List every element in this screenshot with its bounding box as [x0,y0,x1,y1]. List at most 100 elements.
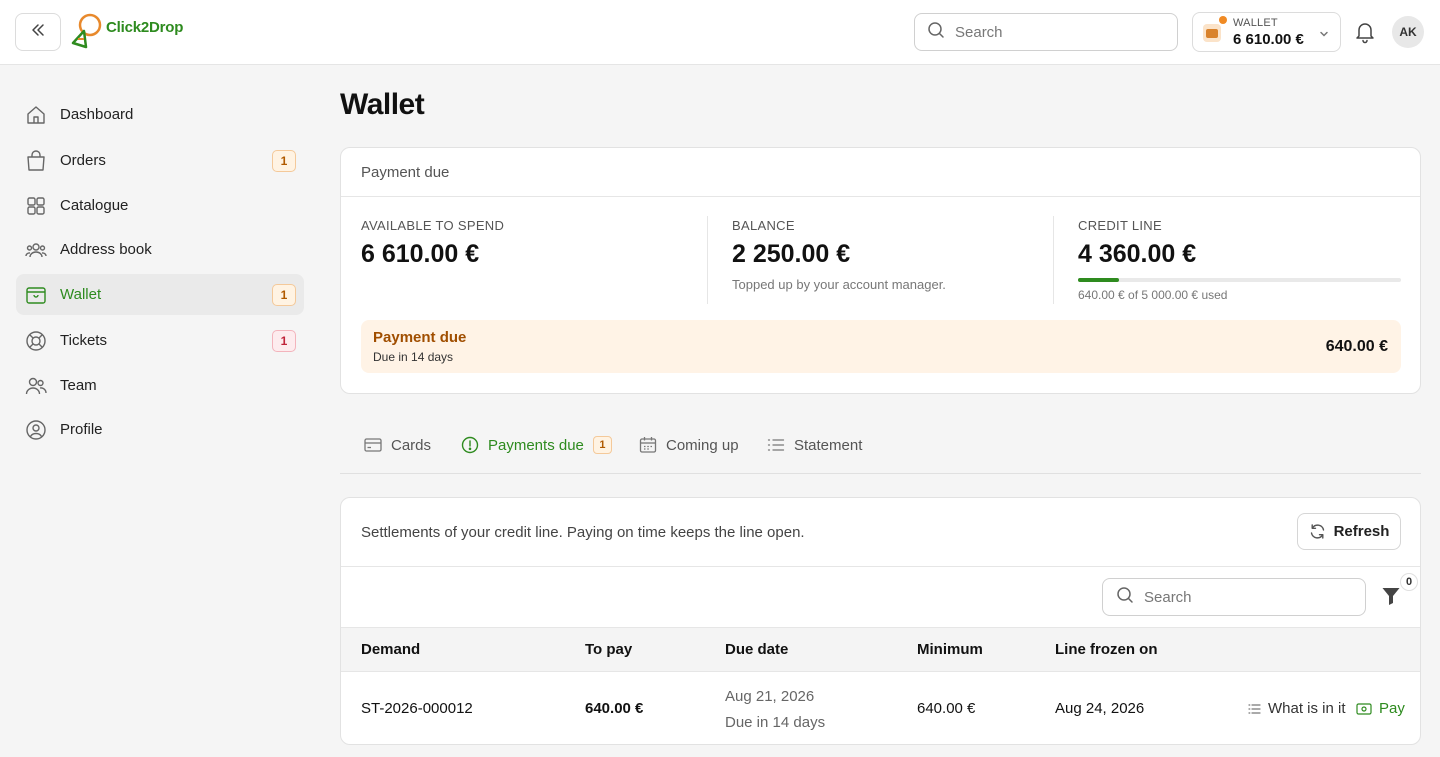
filter-icon[interactable] [1381,586,1401,611]
credit-usage-fill [1078,278,1120,282]
chevron-down-icon [1318,27,1330,45]
due-date-cell: Aug 21, 2026 [725,688,815,705]
sidebar-item-label: Tickets [60,332,107,349]
tab-label: Coming up [666,436,739,454]
sidebar-item-profile[interactable]: Profile [16,409,304,450]
users-group-icon [25,239,47,261]
sidebar-item-dashboard[interactable]: Dashboard [16,94,304,135]
banknote-icon [1356,702,1372,715]
sidebar-item-label: Orders [60,152,106,169]
user-circle-icon [25,419,47,441]
sidebar-item-label: Catalogue [60,197,129,214]
tab-payments-due[interactable]: Payments due 1 [461,434,612,456]
sidebar-item-address-book[interactable]: Address book [16,229,304,270]
wallet-icon [25,284,47,306]
balance-value: 2 250.00 € [732,240,851,268]
sidebar-item-team[interactable]: Team [16,365,304,406]
lifebuoy-icon [25,330,47,352]
refresh-icon [1309,523,1326,540]
sidebar-item-wallet[interactable]: Wallet 1 [16,274,304,315]
bell-icon[interactable] [1354,20,1376,49]
logo-text: Click2Drop [106,18,184,36]
sidebar-item-tickets[interactable]: Tickets 1 [16,320,304,361]
what-is-in-it-link[interactable]: What is in it [1248,700,1346,717]
balance-note: Topped up by your account manager. [732,277,946,292]
list-icon [767,437,785,453]
tab-coming-up[interactable]: Coming up [639,434,739,456]
available-value: 6 610.00 € [361,240,480,268]
tab-cards[interactable]: Cards [364,434,431,456]
sidebar-item-label: Profile [60,421,103,438]
page-title: Wallet [340,88,425,121]
action-label: Pay [1379,700,1405,717]
search-placeholder: Search [1144,588,1192,606]
sidebar-item-orders[interactable]: Orders 1 [16,140,304,181]
sidebar-item-catalogue[interactable]: Catalogue [16,185,304,226]
table-header: Demand To pay Due date Minimum Line froz… [341,627,1420,672]
count-badge: 1 [272,150,296,172]
credit-line-stat: CREDIT LINE 4 360.00 € [1078,218,1196,269]
calendar-icon [639,436,657,454]
wallet-amount: 6 610.00 € [1233,31,1304,48]
payments-due-card: Settlements of your credit line. Paying … [340,497,1421,745]
search-icon [927,21,945,44]
available-label: AVAILABLE TO SPEND [361,218,505,233]
sidebar-item-label: Wallet [60,286,102,303]
wallet-summary-card: Payment due AVAILABLE TO SPEND 6 610.00 … [340,147,1421,394]
refresh-label: Refresh [1333,523,1390,540]
divider [341,566,1420,567]
credit-label: CREDIT LINE [1078,218,1162,233]
due-subtitle: Due in 14 days [373,350,454,364]
logo-mark-icon [70,11,104,54]
team-icon [25,375,47,397]
table-search-input[interactable]: Search [1102,578,1366,616]
balance-stat: BALANCE 2 250.00 € Topped up by your acc… [732,218,946,292]
due-amount: 640.00 € [1325,338,1388,355]
action-label: What is in it [1268,700,1346,717]
summary-header: Payment due [341,148,1420,197]
divider [1053,216,1054,304]
sidebar-item-label: Dashboard [60,106,134,123]
pay-button[interactable]: Pay [1356,700,1405,717]
due-relative-cell: Due in 14 days [725,714,826,731]
chevrons-left-icon [29,21,47,44]
column-header[interactable]: Due date [725,641,788,658]
refresh-button[interactable]: Refresh [1297,513,1401,550]
global-search-input[interactable]: Search [914,13,1178,51]
wallet-tabs: Cards Payments due 1 Coming up Statement [340,420,1421,474]
column-header[interactable]: Minimum [917,641,983,658]
collapse-sidebar-button[interactable] [15,13,61,51]
to-pay-cell: 640.00 € [585,700,644,717]
tab-statement[interactable]: Statement [767,434,862,456]
list-icon [1248,703,1261,715]
column-header[interactable]: Demand [361,641,420,658]
wallet-label: WALLET [1233,17,1278,29]
logo[interactable]: Click2Drop [70,12,183,52]
due-title: Payment due [373,329,467,346]
list-description: Settlements of your credit line. Paying … [361,524,805,541]
count-badge: 1 [272,330,296,352]
search-placeholder: Search [955,23,1003,41]
sidebar-item-label: Team [60,377,97,394]
top-bar: Click2Drop Search WALLET 6 610.00 € AK [0,0,1440,65]
tab-label: Payments due [488,436,584,454]
tab-label: Statement [794,436,863,454]
count-badge: 1 [592,436,612,454]
sidebar-item-label: Address book [60,241,152,258]
payment-due-banner: Payment due Due in 14 days 640.00 € [361,320,1401,373]
avatar[interactable]: AK [1392,16,1424,48]
column-header[interactable]: Line frozen on [1055,641,1158,658]
grid-icon [25,195,47,217]
notification-dot [1219,16,1227,24]
line-frozen-cell: Aug 24, 2026 [1055,700,1145,717]
column-header[interactable]: To pay [585,641,632,658]
divider [707,216,708,304]
available-stat: AVAILABLE TO SPEND 6 610.00 € [361,218,504,269]
credit-usage-bar [1078,278,1401,282]
search-icon [1116,586,1134,609]
card-icon [364,437,382,453]
tab-label: Cards [391,436,432,454]
home-icon [25,104,47,126]
wallet-menu-button[interactable]: WALLET 6 610.00 € [1192,12,1341,52]
balance-label: BALANCE [732,218,795,233]
